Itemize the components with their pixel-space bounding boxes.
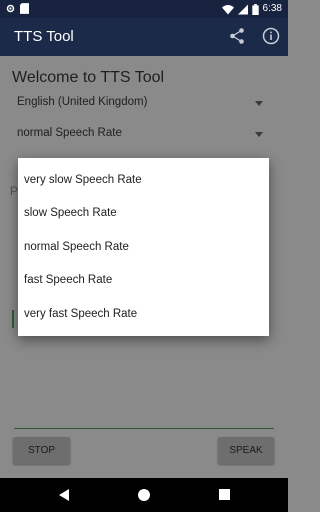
speech-rate-spinner-value: normal Speech Rate xyxy=(17,127,122,139)
dropdown-arrow-icon xyxy=(255,101,263,106)
app-title: TTS Tool xyxy=(14,28,74,45)
speak-button[interactable]: SPEAK xyxy=(218,437,274,464)
rate-option-normal[interactable]: normal Speech Rate xyxy=(24,231,129,264)
info-icon[interactable] xyxy=(262,27,280,45)
signal-icon xyxy=(237,4,248,14)
status-bar: 6:38 xyxy=(0,0,288,18)
rate-option-very-slow[interactable]: very slow Speech Rate xyxy=(24,164,142,197)
home-icon[interactable] xyxy=(138,489,150,501)
wifi-icon xyxy=(221,4,234,14)
stop-button[interactable]: STOP xyxy=(13,437,70,464)
rate-option-slow[interactable]: slow Speech Rate xyxy=(24,197,117,230)
sd-card-icon xyxy=(20,3,29,14)
language-spinner[interactable]: English (United Kingdom) xyxy=(17,96,267,116)
welcome-heading: Welcome to TTS Tool xyxy=(12,69,165,86)
dropdown-arrow-icon xyxy=(255,132,263,137)
clock: 6:38 xyxy=(262,3,282,14)
gear-icon xyxy=(6,4,15,13)
text-input-underline[interactable] xyxy=(14,428,274,429)
rate-option-fast[interactable]: fast Speech Rate xyxy=(24,264,112,297)
speech-rate-spinner[interactable]: normal Speech Rate xyxy=(17,127,267,147)
battery-icon xyxy=(251,3,259,15)
app-bar: TTS Tool xyxy=(0,18,288,56)
back-icon[interactable] xyxy=(58,489,70,501)
speech-rate-dialog: very slow Speech Rate slow Speech Rate n… xyxy=(18,158,269,336)
navigation-bar xyxy=(0,478,288,512)
partial-label: P xyxy=(10,184,19,198)
rate-option-very-fast[interactable]: very fast Speech Rate xyxy=(24,298,137,331)
recents-icon[interactable] xyxy=(219,489,230,500)
text-input-edge xyxy=(12,310,14,328)
language-spinner-value: English (United Kingdom) xyxy=(17,96,148,108)
share-icon[interactable] xyxy=(228,27,246,45)
